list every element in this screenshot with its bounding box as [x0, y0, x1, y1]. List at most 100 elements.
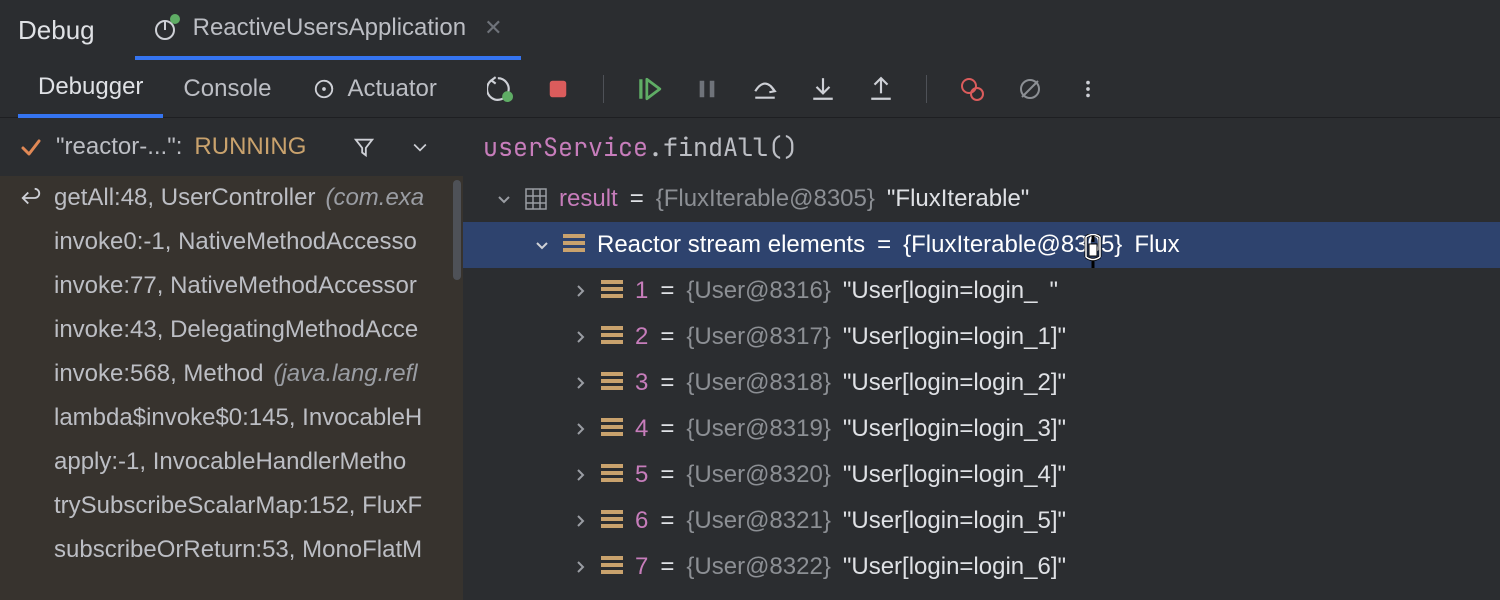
- chevron-right-icon[interactable]: [571, 466, 589, 484]
- actuator-icon: [311, 76, 337, 102]
- frame-text: lambda$invoke$0:145, InvocableH: [54, 404, 422, 432]
- stack-icon: [563, 234, 585, 256]
- stack-frame[interactable]: invoke:43, DelegatingMethodAcce: [0, 308, 463, 352]
- var-name: Reactor stream elements: [597, 231, 865, 259]
- stack-icon: [601, 280, 623, 302]
- filter-icon[interactable]: [351, 134, 377, 160]
- run-tab-label: ReactiveUsersApplication: [193, 14, 466, 42]
- var-str: "FluxIterable": [887, 185, 1029, 213]
- chevron-right-icon[interactable]: [571, 512, 589, 530]
- rerun-icon[interactable]: [487, 76, 513, 102]
- var-eq: =: [660, 507, 674, 535]
- stack-frame[interactable]: lambda$invoke$0:145, InvocableH: [0, 396, 463, 440]
- stack-frame[interactable]: trySubscribeScalarMap:152, FluxF: [0, 484, 463, 528]
- var-type: {User@8318}: [686, 369, 830, 397]
- step-over-icon[interactable]: [752, 76, 778, 102]
- chevron-right-icon[interactable]: [571, 282, 589, 300]
- variables-tree[interactable]: result = {FluxIterable@8305} "FluxIterab…: [463, 176, 1500, 600]
- chevron-down-icon[interactable]: [533, 236, 551, 254]
- tree-row-item[interactable]: 7 = {User@8322} "User[login=login_6]": [463, 544, 1500, 590]
- var-str: "User[login=login_4]": [843, 461, 1066, 489]
- view-breakpoints-icon[interactable]: [959, 76, 985, 102]
- stack-frame[interactable]: invoke:77, NativeMethodAccessor: [0, 264, 463, 308]
- scrollbar-thumb[interactable]: [453, 180, 461, 280]
- tree-row-item[interactable]: 6 = {User@8321} "User[login=login_5]": [463, 498, 1500, 544]
- tab-debugger-label: Debugger: [38, 73, 143, 101]
- var-eq: =: [660, 553, 674, 581]
- var-idx: 5: [635, 461, 648, 489]
- tree-row-stream[interactable]: Reactor stream elements = {FluxIterable@…: [463, 222, 1500, 268]
- tab-actuator-label: Actuator: [347, 75, 436, 103]
- stack-frame[interactable]: invoke0:-1, NativeMethodAccesso: [0, 220, 463, 264]
- debugger-body: "reactor-...": RUNNING getAll:48, UserCo…: [0, 118, 1500, 600]
- var-str: "User[login=login_3]": [843, 415, 1066, 443]
- stack-frame[interactable]: getAll:48, UserController (com.exa: [0, 176, 463, 220]
- frame-text: invoke:43, DelegatingMethodAcce: [54, 316, 418, 344]
- stack-frame[interactable]: invoke:568, Method (java.lang.refl: [0, 352, 463, 396]
- chevron-right-icon[interactable]: [571, 420, 589, 438]
- thread-status: RUNNING: [194, 133, 306, 161]
- resume-icon[interactable]: [636, 76, 662, 102]
- chevron-down-icon[interactable]: [407, 134, 433, 160]
- stack-icon: [601, 372, 623, 394]
- var-type: {FluxIterable@8305}: [903, 231, 1122, 259]
- tree-row-item[interactable]: 3 = {User@8318} "User[login=login_2]": [463, 360, 1500, 406]
- evaluate-expression-input[interactable]: userService.findAll(): [463, 118, 1500, 176]
- var-type: {User@8316}: [686, 277, 830, 305]
- stack-icon: [601, 326, 623, 348]
- run-tab-active[interactable]: ReactiveUsersApplication ✕: [135, 0, 521, 60]
- thread-selector[interactable]: "reactor-...": RUNNING: [0, 118, 463, 176]
- tab-debugger[interactable]: Debugger: [18, 60, 163, 118]
- var-eq: =: [660, 415, 674, 443]
- divider: [926, 75, 927, 103]
- var-eq: =: [660, 461, 674, 489]
- var-tail: Flux: [1134, 231, 1179, 259]
- tab-actuator[interactable]: Actuator: [291, 60, 456, 118]
- frame-text: invoke0:-1, NativeMethodAccesso: [54, 228, 417, 256]
- var-eq: =: [660, 369, 674, 397]
- frame-text: trySubscribeScalarMap:152, FluxF: [54, 492, 422, 520]
- frame-text: invoke:77, NativeMethodAccessor: [54, 272, 417, 300]
- var-type: {User@8319}: [686, 415, 830, 443]
- step-out-icon[interactable]: [868, 76, 894, 102]
- stack-icon: [601, 464, 623, 486]
- eval-parens: (): [768, 130, 798, 164]
- more-icon[interactable]: [1075, 76, 1101, 102]
- grid-icon: [525, 188, 547, 210]
- frame-class: (com.exa: [325, 184, 424, 212]
- step-into-icon[interactable]: [810, 76, 836, 102]
- tree-row-item[interactable]: 2 = {User@8317} "User[login=login_1]": [463, 314, 1500, 360]
- tree-row-result[interactable]: result = {FluxIterable@8305} "FluxIterab…: [463, 176, 1500, 222]
- tree-row-item[interactable]: 5 = {User@8320} "User[login=login_4]": [463, 452, 1500, 498]
- eval-meth: findAll: [663, 130, 768, 164]
- var-idx: 3: [635, 369, 648, 397]
- chevron-right-icon[interactable]: [571, 558, 589, 576]
- var-tail: ": [1049, 277, 1058, 305]
- variables-pane: userService.findAll() result = {FluxIter…: [463, 118, 1500, 600]
- var-idx: 4: [635, 415, 648, 443]
- debugger-toolbar: [457, 75, 1101, 103]
- chevron-right-icon[interactable]: [571, 328, 589, 346]
- var-idx: 6: [635, 507, 648, 535]
- tree-row-item[interactable]: 4 = {User@8319} "User[login=login_3]": [463, 406, 1500, 452]
- stack-icon: [601, 510, 623, 532]
- stack-frame[interactable]: subscribeOrReturn:53, MonoFlatM: [0, 528, 463, 572]
- frame-class: (java.lang.refl: [273, 360, 417, 388]
- stack-icon: [601, 556, 623, 578]
- chevron-right-icon[interactable]: [571, 374, 589, 392]
- stack-frames-list[interactable]: getAll:48, UserController (com.exa invok…: [0, 176, 463, 600]
- var-type: {User@8320}: [686, 461, 830, 489]
- stop-icon[interactable]: [545, 76, 571, 102]
- mute-breakpoints-icon[interactable]: [1017, 76, 1043, 102]
- var-idx: 1: [635, 277, 648, 305]
- close-icon[interactable]: ✕: [484, 15, 502, 41]
- frame-text: getAll:48, UserController: [54, 184, 315, 212]
- stack-frame[interactable]: apply:-1, InvocableHandlerMetho: [0, 440, 463, 484]
- pause-icon[interactable]: [694, 76, 720, 102]
- tree-row-item[interactable]: 1 = {User@8316} "User[login=login_": [463, 268, 1500, 314]
- chevron-down-icon[interactable]: [495, 190, 513, 208]
- thread-name: "reactor-...":: [56, 133, 182, 161]
- frame-text: apply:-1, InvocableHandlerMetho: [54, 448, 406, 476]
- tab-console[interactable]: Console: [163, 60, 291, 118]
- check-icon: [18, 134, 44, 160]
